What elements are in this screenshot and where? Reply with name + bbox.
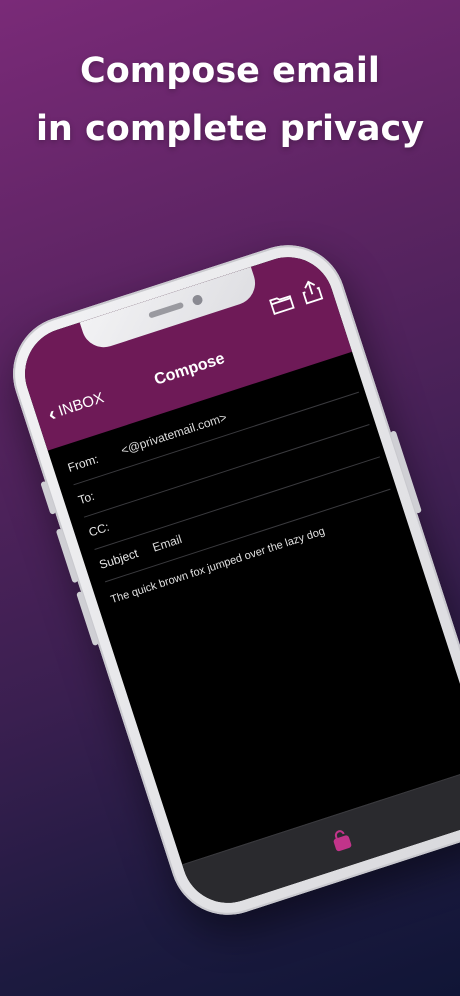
phone-mockup: ‹ INBOX Compose From: <@privatemail.com>… bbox=[0, 230, 460, 930]
share-icon[interactable] bbox=[298, 277, 326, 311]
folder-icon[interactable] bbox=[267, 290, 298, 321]
bottom-toolbar bbox=[182, 765, 460, 915]
speaker-grille bbox=[148, 301, 185, 319]
subject-label: Subject bbox=[97, 546, 140, 572]
headline: Compose email in complete privacy bbox=[0, 42, 460, 158]
headline-line-1: Compose email bbox=[80, 51, 380, 91]
front-camera bbox=[191, 293, 204, 307]
lock-icon[interactable] bbox=[329, 827, 354, 858]
headline-line-2: in complete privacy bbox=[35, 109, 425, 149]
subject-value: Email bbox=[150, 531, 184, 555]
